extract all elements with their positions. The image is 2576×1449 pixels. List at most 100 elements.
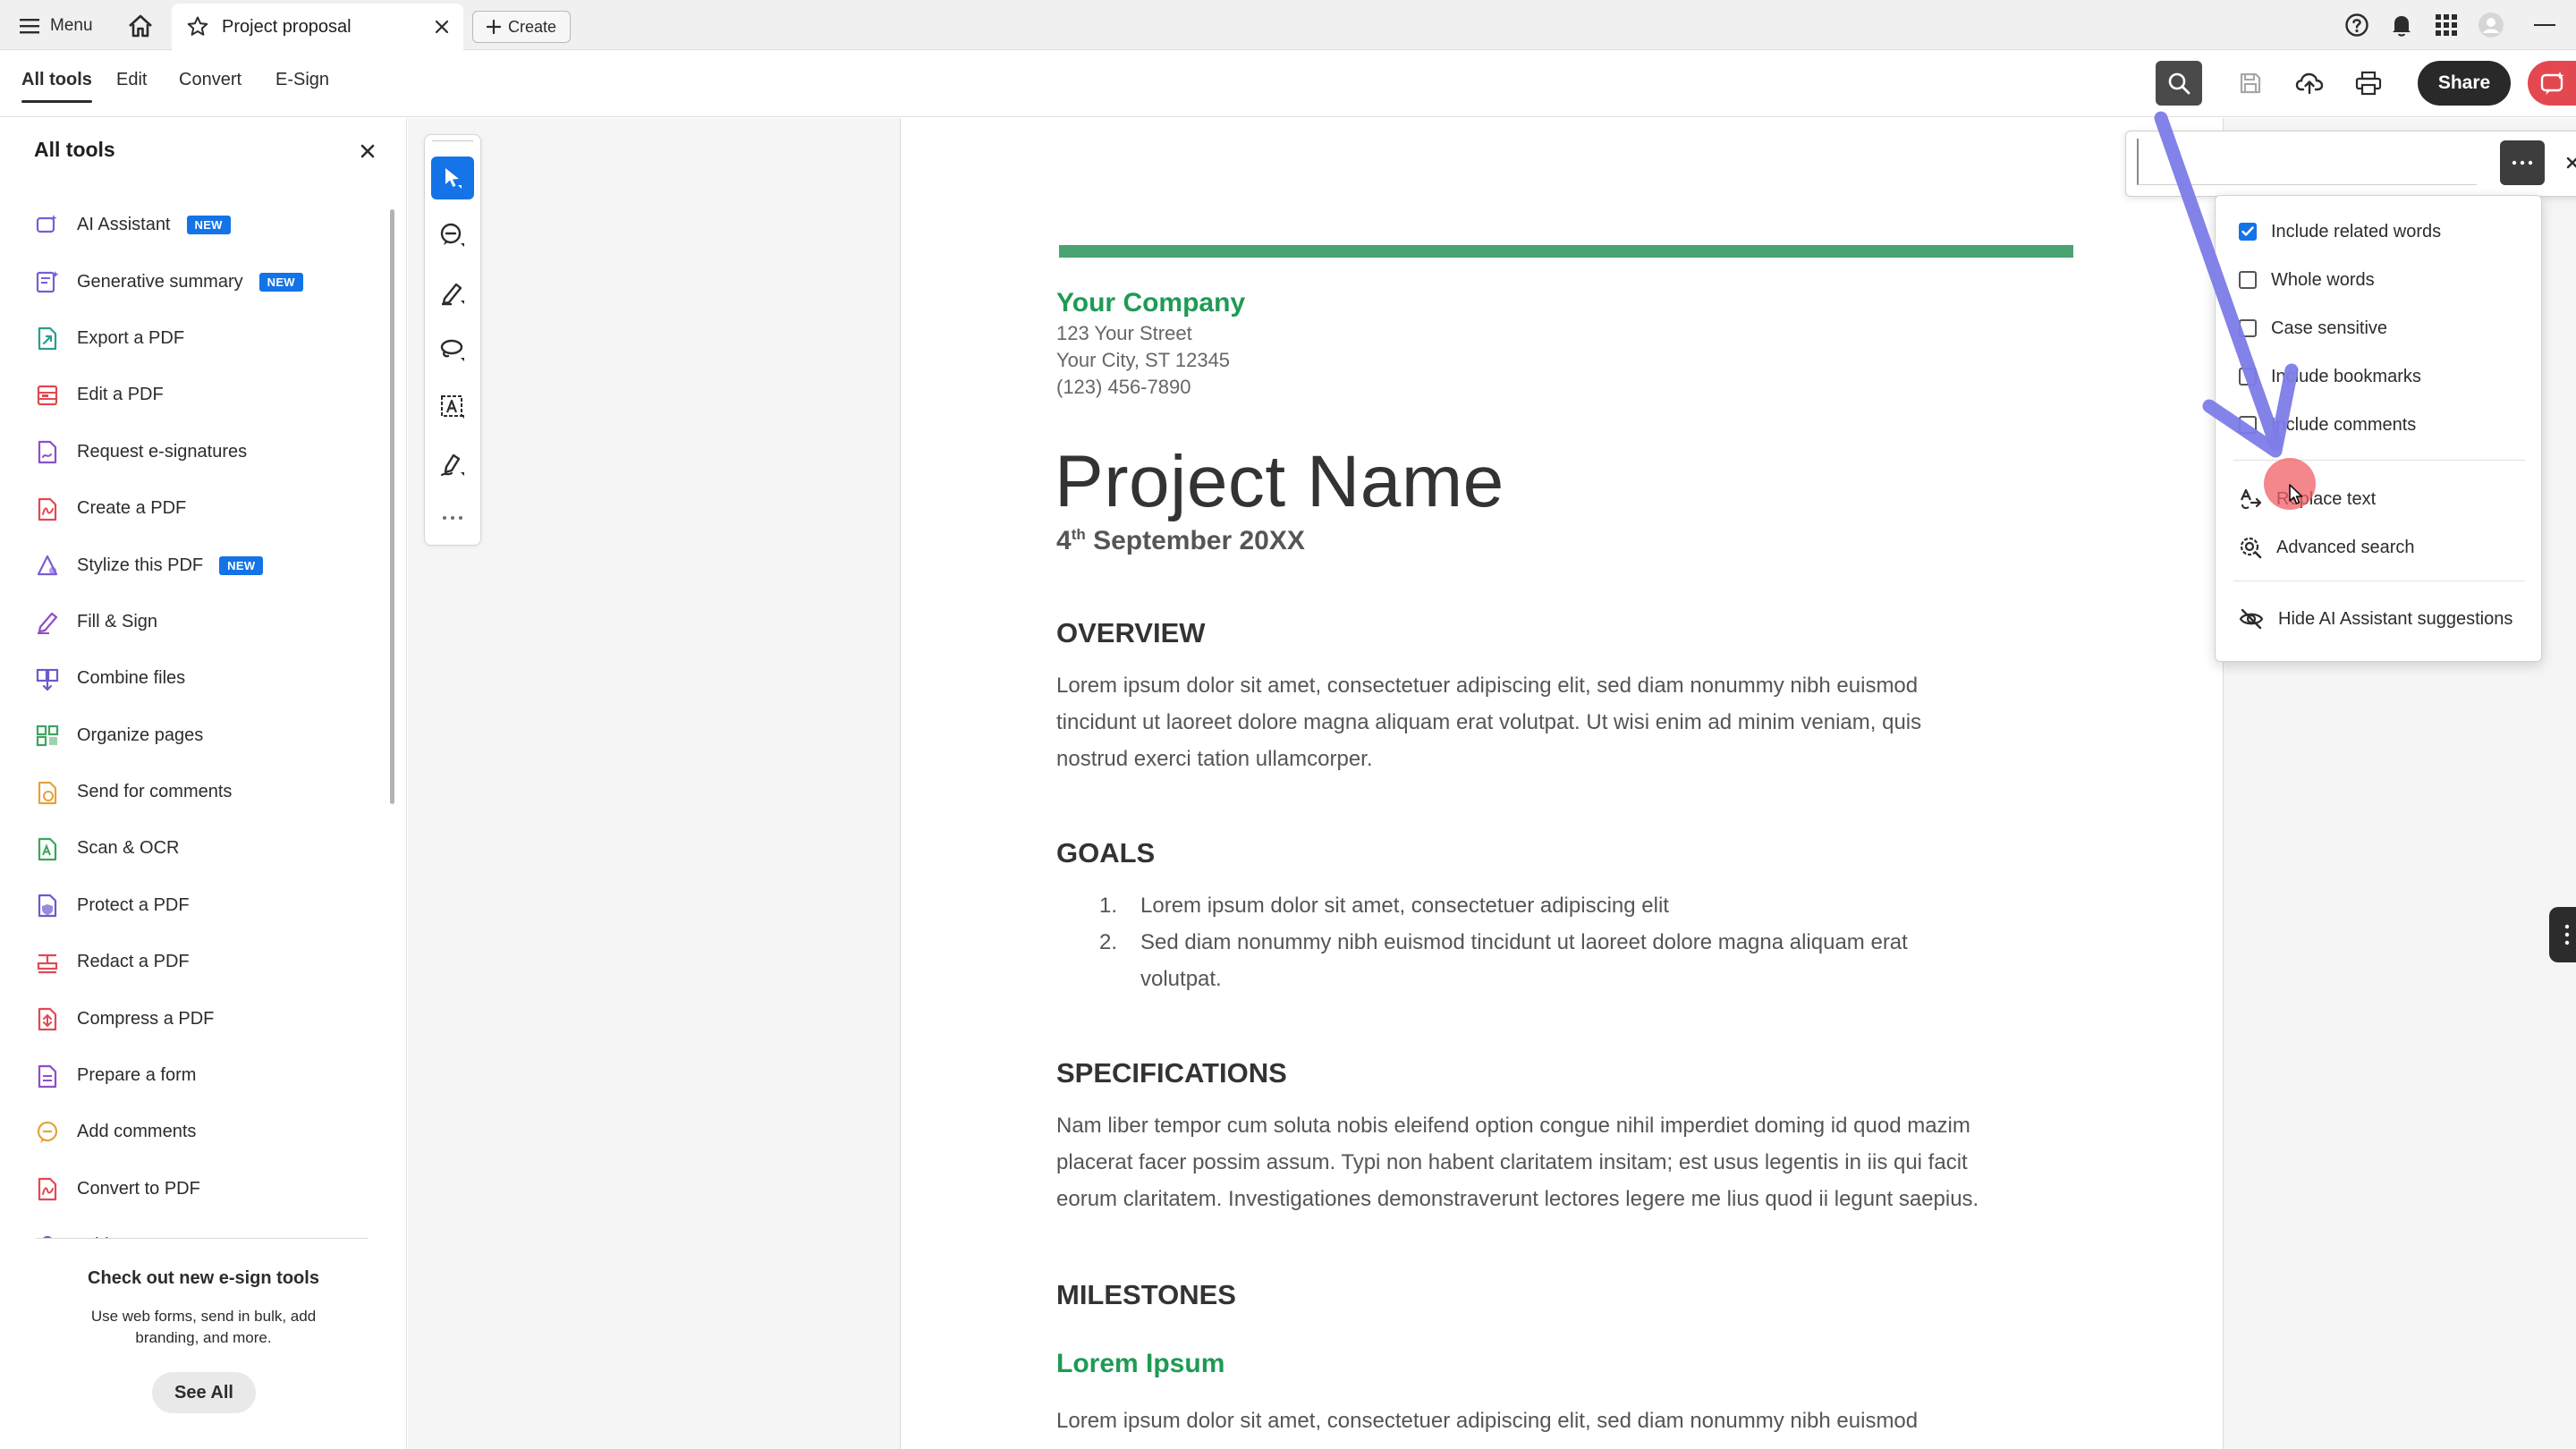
tool-item-redact-a-pdf[interactable]: Redact a PDF: [34, 934, 374, 990]
right-panel-handle[interactable]: [2549, 907, 2576, 962]
notifications-button[interactable]: [2379, 0, 2424, 50]
quick-tools-grip[interactable]: [432, 140, 473, 144]
tool-item-edit-a-pdf[interactable]: Edit a PDF: [34, 367, 374, 423]
tab-all-tools[interactable]: All tools: [21, 70, 92, 103]
create-label: Create: [507, 17, 557, 36]
ai-assistant-icon: [34, 212, 61, 239]
specs-line: placerat facer possim assum. Typi non ha…: [1056, 1150, 1968, 1174]
mouse-cursor-icon: [2289, 484, 2303, 504]
signature-pen-icon: [439, 451, 466, 478]
section-heading-specifications: SPECIFICATIONS: [1056, 1057, 1287, 1089]
address-line: Your City, ST 12345: [1056, 349, 1231, 371]
ai-assistant-button[interactable]: [2528, 61, 2576, 106]
menu-label: Menu: [50, 16, 93, 35]
date-rest: September 20XX: [1085, 526, 1305, 555]
ai-assistant-icon: [2540, 71, 2565, 96]
sign-tool-button[interactable]: [431, 443, 474, 486]
tool-item-add-comments[interactable]: Add comments: [34, 1104, 374, 1160]
draw-tool-button[interactable]: [431, 328, 474, 371]
specs-line: Nam liber tempor cum soluta nobis eleife…: [1056, 1114, 1970, 1138]
tool-item-fill-sign[interactable]: Fill & Sign: [34, 594, 374, 650]
tool-item-send-for-comments[interactable]: Send for comments: [34, 764, 374, 820]
tool-item-label: Fill & Sign: [77, 611, 158, 631]
tool-item-compress-a-pdf[interactable]: Compress a PDF: [34, 990, 374, 1046]
print-button[interactable]: [2345, 61, 2392, 106]
select-tool-button[interactable]: [431, 157, 474, 199]
more-tools-button[interactable]: [431, 496, 474, 539]
organize-pages-icon: [34, 722, 61, 749]
menu-item-advanced-search[interactable]: Advanced search: [2239, 532, 2415, 563]
tab-convert[interactable]: Convert: [179, 70, 242, 90]
tool-item-label: Add comments: [77, 1122, 197, 1142]
panel-divider: [36, 1238, 369, 1239]
tool-item-organize-pages[interactable]: Organize pages: [34, 708, 374, 764]
create-button[interactable]: Create: [472, 11, 571, 43]
search-toggle-button[interactable]: [2156, 61, 2202, 106]
share-button[interactable]: Share: [2418, 61, 2511, 106]
tool-item-combine-files[interactable]: Combine files: [34, 650, 374, 707]
profile-button[interactable]: [2469, 0, 2513, 50]
request-esign-icon: [34, 438, 61, 465]
panel-title: All tools: [34, 138, 115, 161]
tool-item-convert-to-pdf[interactable]: Convert to PDF: [34, 1161, 374, 1217]
combine-files-icon: [34, 665, 61, 692]
menu-item-hide-ai-suggestions[interactable]: Hide AI Assistant suggestions: [2239, 604, 2512, 634]
comment-tool-button[interactable]: [431, 214, 474, 257]
text-box-icon: [439, 394, 466, 420]
close-search-button[interactable]: [2563, 153, 2576, 173]
top-bar: Menu Project proposal Create: [0, 0, 2576, 50]
menu-button[interactable]: Menu: [20, 11, 93, 41]
document-tab[interactable]: Project proposal: [172, 4, 463, 50]
tool-item-export-a-pdf[interactable]: Export a PDF: [34, 310, 374, 367]
tool-item-label: Compress a PDF: [77, 1008, 215, 1029]
tool-item-label: Send for comments: [77, 782, 233, 802]
tool-item-stylize-this-pdf[interactable]: Stylize this PDF NEW: [34, 537, 374, 593]
minimize-icon: [2534, 23, 2555, 27]
close-tab-icon[interactable]: [435, 20, 449, 34]
hide-eye-icon: [2239, 608, 2264, 630]
text-tool-button[interactable]: [431, 386, 474, 428]
tool-item-ai-assistant[interactable]: AI Assistant NEW: [34, 197, 374, 253]
tool-item-label: AI Assistant: [77, 215, 171, 235]
date-suffix: th: [1071, 526, 1086, 543]
search-options-button[interactable]: [2500, 140, 2545, 185]
tool-item-request-e-signatures[interactable]: Request e-signatures: [34, 424, 374, 480]
panel-scrollbar[interactable]: [390, 209, 394, 804]
save-button[interactable]: [2227, 61, 2274, 106]
close-panel-button[interactable]: [356, 140, 379, 163]
overview-line: Lorem ipsum dolor sit amet, consectetuer…: [1056, 674, 1919, 698]
upload-cloud-button[interactable]: [2286, 61, 2333, 106]
section-heading-goals: GOALS: [1056, 837, 1156, 869]
apps-button[interactable]: [2424, 0, 2469, 50]
home-button[interactable]: [123, 9, 157, 43]
goal-text: Sed diam nonummy nibh euismod tincidunt …: [1140, 930, 1908, 954]
plus-icon: [486, 20, 501, 34]
tool-item-add-a-stamp[interactable]: Add a stamp: [34, 1217, 374, 1239]
generative-summary-icon: [34, 268, 61, 295]
pen-icon: [439, 279, 466, 306]
tool-item-label: Request e-signatures: [77, 441, 248, 462]
menu-item-label: Advanced search: [2276, 537, 2415, 557]
tool-item-label: Export a PDF: [77, 327, 185, 348]
specs-line: eorum claritatem. Investigationes demons…: [1056, 1187, 1979, 1211]
tool-item-scan-ocr[interactable]: Scan & OCR: [34, 820, 374, 877]
minimize-button[interactable]: [2513, 0, 2576, 50]
see-all-button[interactable]: See All: [152, 1372, 256, 1413]
tab-edit[interactable]: Edit: [116, 70, 147, 90]
topbar-actions: [2334, 0, 2576, 50]
document-tab-title: Project proposal: [222, 16, 352, 37]
highlight-tool-button[interactable]: [431, 271, 474, 314]
new-badge: NEW: [258, 272, 303, 292]
tool-item-label: Create a PDF: [77, 498, 187, 519]
printer-icon: [2355, 71, 2382, 96]
tool-item-create-a-pdf[interactable]: Create a PDF: [34, 480, 374, 537]
redact-pdf-icon: [34, 949, 61, 976]
star-icon[interactable]: [186, 15, 209, 38]
help-button[interactable]: [2334, 0, 2379, 50]
more-vertical-icon: [2564, 924, 2570, 945]
more-horizontal-icon: [442, 515, 463, 521]
tool-item-generative-summary[interactable]: Generative summary NEW: [34, 253, 374, 309]
tool-item-protect-a-pdf[interactable]: Protect a PDF: [34, 877, 374, 934]
tool-item-prepare-a-form[interactable]: Prepare a form: [34, 1047, 374, 1104]
tab-e-sign[interactable]: E-Sign: [275, 70, 329, 90]
